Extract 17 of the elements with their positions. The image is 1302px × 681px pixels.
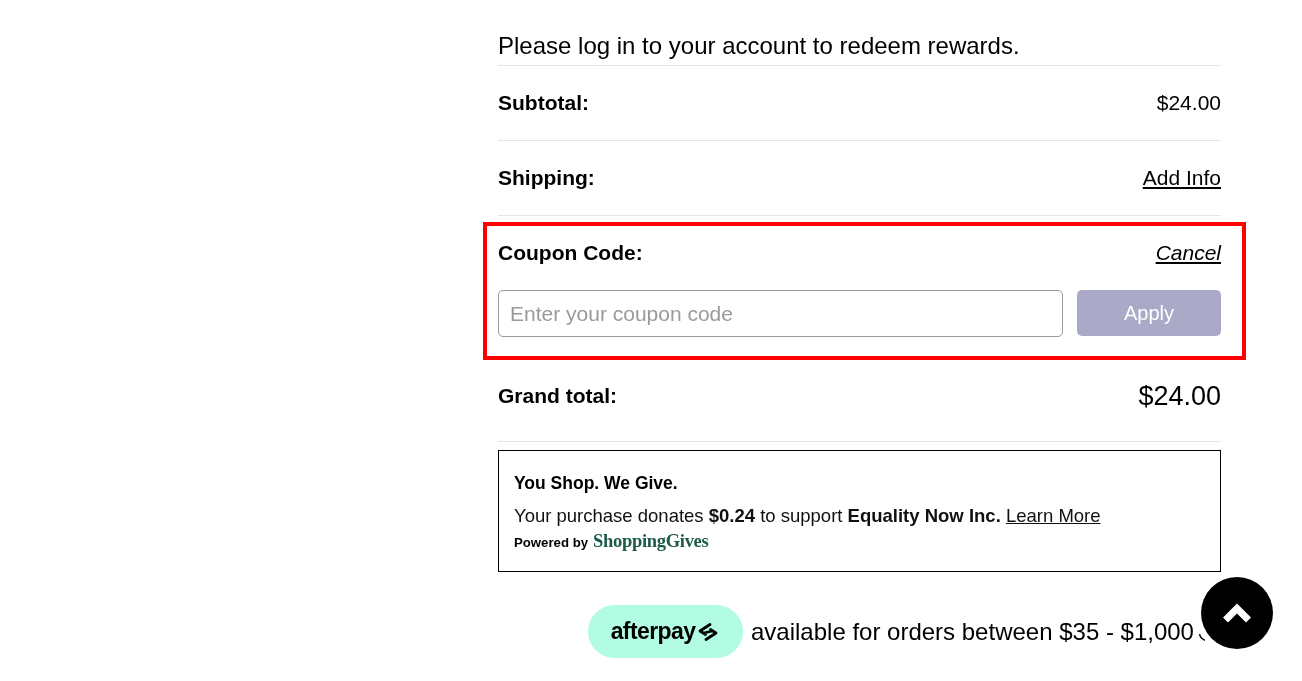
- powered-by-text: Powered by: [514, 535, 589, 550]
- grand-total-label: Grand total:: [498, 383, 617, 408]
- login-notice: Please log in to your account to redeem rewards.: [498, 0, 1221, 66]
- afterpay-note: available for orders between $35 - $1,000: [751, 617, 1194, 646]
- summary-label: Subtotal:: [498, 91, 589, 115]
- ring-icon: [1197, 633, 1205, 642]
- afterpay-wordmark: afterpay: [610, 618, 696, 645]
- grand-total-amount: $24.00: [1138, 380, 1221, 411]
- donation-text: Your purchase donates $0.24 to support Equality Now Inc. Learn More: [514, 505, 1102, 527]
- summary-label: Shipping:: [498, 166, 595, 190]
- chevron-up-icon: [1222, 603, 1252, 623]
- learn-more-link[interactable]: Learn More: [1005, 505, 1101, 526]
- amount-text: $24.00: [1156, 90, 1221, 116]
- coupon-label: Coupon Code:: [498, 241, 643, 265]
- brand-logo: ShoppingGives: [593, 531, 709, 552]
- add-info-link[interactable]: Add Info: [1142, 166, 1221, 190]
- donation-title: You Shop. We Give.: [514, 472, 679, 494]
